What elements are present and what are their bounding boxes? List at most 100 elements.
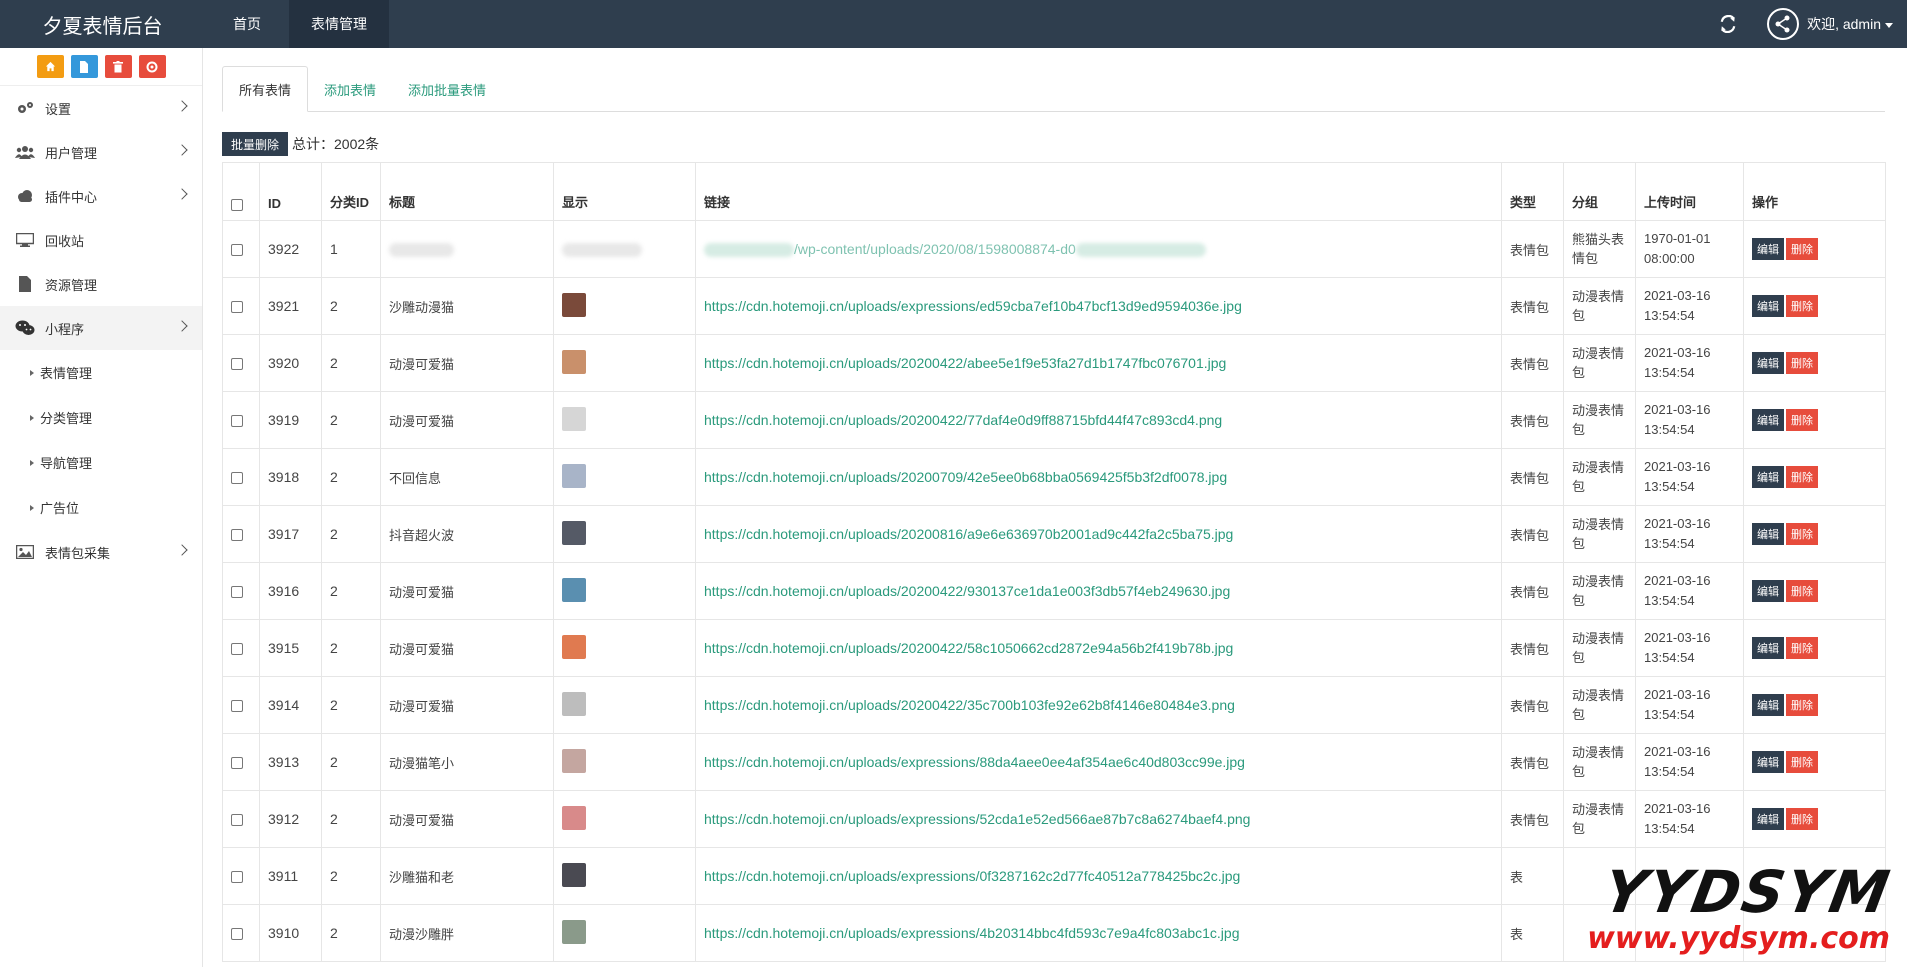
trash-shortcut-button[interactable] <box>104 55 132 78</box>
expression-thumbnail[interactable] <box>562 748 586 773</box>
edit-button[interactable]: 编辑 <box>1752 352 1784 374</box>
delete-button[interactable]: 删除 <box>1786 808 1818 830</box>
sidebar-item-label: 表情包采集 <box>45 545 111 561</box>
row-title: 动漫猫笔小 <box>380 733 554 791</box>
row-link[interactable]: https://cdn.hotemoji.cn/uploads/expressi… <box>695 790 1502 848</box>
sidebar-subitem-category-management[interactable]: 分类管理 <box>0 395 202 440</box>
welcome-user-menu[interactable]: 欢迎, admin <box>1807 14 1893 34</box>
row-checkbox[interactable] <box>231 586 243 599</box>
delete-button[interactable]: 删除 <box>1786 238 1818 260</box>
row-checkbox[interactable] <box>231 529 243 542</box>
tab-all-expressions[interactable]: 所有表情 <box>222 66 309 112</box>
row-link[interactable]: https://cdn.hotemoji.cn/uploads/20200709… <box>695 448 1502 506</box>
expression-thumbnail[interactable] <box>562 691 586 716</box>
sidebar-item-recycle-bin[interactable]: 回收站 <box>0 218 202 262</box>
avatar[interactable] <box>1767 8 1800 40</box>
home-shortcut-button[interactable] <box>36 55 64 78</box>
expression-thumbnail[interactable] <box>562 292 586 317</box>
row-category-id: 2 <box>321 505 381 563</box>
delete-button[interactable]: 删除 <box>1786 409 1818 431</box>
delete-button[interactable]: 删除 <box>1786 523 1818 545</box>
row-link[interactable]: https://cdn.hotemoji.cn/uploads/20200816… <box>695 505 1502 563</box>
col-header-title[interactable]: 标题 <box>380 162 554 221</box>
edit-button[interactable]: 编辑 <box>1752 295 1784 317</box>
delete-button[interactable]: 删除 <box>1786 352 1818 374</box>
row-link[interactable]: /wp-content/uploads/2020/08/1598008874-d… <box>695 220 1502 278</box>
sidebar-item-collector[interactable]: 表情包采集 <box>0 530 202 574</box>
sidebar-subitem-navigation-management[interactable]: 导航管理 <box>0 440 202 485</box>
batch-delete-button[interactable]: 批量删除 <box>222 132 289 156</box>
delete-button[interactable]: 删除 <box>1786 751 1818 773</box>
file-icon <box>80 60 88 73</box>
delete-button[interactable]: 删除 <box>1786 295 1818 317</box>
expression-thumbnail[interactable] <box>562 463 586 488</box>
row-link[interactable]: https://cdn.hotemoji.cn/uploads/expressi… <box>695 733 1502 791</box>
row-checkbox[interactable] <box>231 700 243 713</box>
brand-title[interactable]: 夕夏表情后台 <box>0 0 205 48</box>
row-link[interactable]: https://cdn.hotemoji.cn/uploads/expressi… <box>695 847 1502 905</box>
edit-button[interactable]: 编辑 <box>1752 694 1784 716</box>
row-checkbox[interactable] <box>231 871 243 884</box>
expression-thumbnail[interactable] <box>562 577 586 602</box>
expression-thumbnail[interactable] <box>562 862 586 887</box>
row-checkbox[interactable] <box>231 472 243 485</box>
row-checkbox[interactable] <box>231 643 243 656</box>
delete-button[interactable]: 删除 <box>1786 637 1818 659</box>
row-operations: 编辑 删除 <box>1743 391 1886 449</box>
expression-thumbnail[interactable] <box>562 406 586 431</box>
edit-button[interactable]: 编辑 <box>1752 637 1784 659</box>
row-link[interactable]: https://cdn.hotemoji.cn/uploads/20200422… <box>695 391 1502 449</box>
expression-thumbnail[interactable] <box>562 634 586 659</box>
recycle-shortcut-button[interactable] <box>138 55 166 78</box>
row-checkbox[interactable] <box>231 358 243 371</box>
col-header-group[interactable]: 分组 <box>1563 162 1636 221</box>
expression-thumbnail[interactable] <box>562 520 586 545</box>
table-row: 3914 2 动漫可爱猫 https://cdn.hotemoji.cn/upload… <box>222 676 1886 734</box>
sidebar-subitem-expression-management[interactable]: 表情管理 <box>0 350 202 395</box>
row-link[interactable]: https://cdn.hotemoji.cn/uploads/20200422… <box>695 676 1502 734</box>
col-header-category-id[interactable]: 分类ID <box>321 162 381 221</box>
delete-button[interactable]: 删除 <box>1786 694 1818 716</box>
edit-button[interactable]: 编辑 <box>1752 409 1784 431</box>
sidebar-item-plugins[interactable]: 插件中心 <box>0 174 202 218</box>
refresh-icon[interactable] <box>1719 15 1737 33</box>
nav-expression-management[interactable]: 表情管理 <box>289 0 389 48</box>
col-header-upload-time[interactable]: 上传时间 <box>1635 162 1744 221</box>
file-shortcut-button[interactable] <box>70 55 98 78</box>
sidebar-subitem-ad-slot[interactable]: 广告位 <box>0 485 202 530</box>
recycle-icon <box>146 61 158 72</box>
edit-button[interactable]: 编辑 <box>1752 466 1784 488</box>
edit-button[interactable]: 编辑 <box>1752 808 1784 830</box>
row-checkbox[interactable] <box>231 415 243 428</box>
row-link[interactable]: https://cdn.hotemoji.cn/uploads/20200422… <box>695 334 1502 392</box>
select-all-checkbox[interactable] <box>231 198 243 211</box>
col-header-id[interactable]: ID <box>259 162 322 221</box>
expression-thumbnail[interactable] <box>562 349 586 374</box>
row-link[interactable]: https://cdn.hotemoji.cn/uploads/expressi… <box>695 277 1502 335</box>
row-link[interactable]: https://cdn.hotemoji.cn/uploads/expressi… <box>695 904 1502 962</box>
tab-add-expression[interactable]: 添加表情 <box>308 66 392 112</box>
row-checkbox[interactable] <box>231 301 243 314</box>
nav-home[interactable]: 首页 <box>205 0 289 48</box>
edit-button[interactable]: 编辑 <box>1752 523 1784 545</box>
expression-thumbnail[interactable] <box>562 919 586 944</box>
row-checkbox[interactable] <box>231 757 243 770</box>
row-checkbox[interactable] <box>231 928 243 941</box>
sidebar-item-resources[interactable]: 资源管理 <box>0 262 202 306</box>
col-header-type[interactable]: 类型 <box>1501 162 1564 221</box>
sidebar-item-miniprogram[interactable]: 小程序 <box>0 306 202 350</box>
edit-button[interactable]: 编辑 <box>1752 751 1784 773</box>
row-link[interactable]: https://cdn.hotemoji.cn/uploads/20200422… <box>695 619 1502 677</box>
row-link[interactable]: https://cdn.hotemoji.cn/uploads/20200422… <box>695 562 1502 620</box>
sidebar-item-label: 小程序 <box>45 321 85 337</box>
sidebar-item-users[interactable]: 用户管理 <box>0 130 202 174</box>
sidebar-item-settings[interactable]: 设置 <box>0 86 202 130</box>
expression-thumbnail[interactable] <box>562 805 586 830</box>
edit-button[interactable]: 编辑 <box>1752 238 1784 260</box>
delete-button[interactable]: 删除 <box>1786 580 1818 602</box>
delete-button[interactable]: 删除 <box>1786 466 1818 488</box>
edit-button[interactable]: 编辑 <box>1752 580 1784 602</box>
row-checkbox[interactable] <box>231 814 243 827</box>
tab-add-batch-expressions[interactable]: 添加批量表情 <box>392 66 502 112</box>
row-checkbox[interactable] <box>231 244 243 257</box>
